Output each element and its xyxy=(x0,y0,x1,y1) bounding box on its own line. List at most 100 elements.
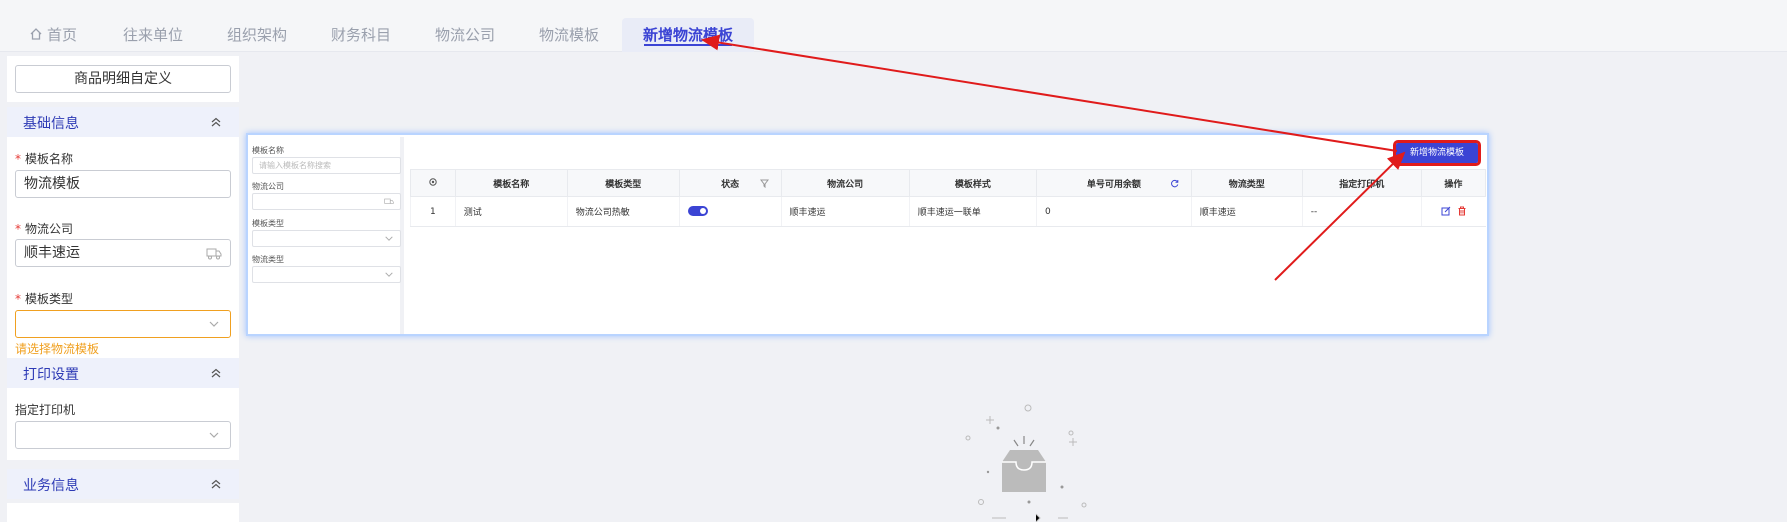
collapse-up-icon[interactable] xyxy=(209,366,223,380)
cell-template-name: 测试 xyxy=(454,196,568,227)
template-type-label: * 模板类型 xyxy=(15,290,73,307)
row-index: 1 xyxy=(410,196,456,227)
section-title: 业务信息 xyxy=(23,478,79,494)
section-business-info[interactable]: 业务信息 xyxy=(7,469,239,499)
refresh-icon[interactable] xyxy=(1170,179,1179,188)
section-title: 打印设置 xyxy=(23,367,79,383)
label-text: 指定打印机 xyxy=(15,403,76,417)
filter-template-name-label: 模板名称 xyxy=(252,146,284,155)
chevron-down-icon xyxy=(385,236,393,241)
filter-icon[interactable] xyxy=(759,179,769,188)
tab-label: 组织架构 xyxy=(226,26,287,44)
tab-logistics-companies[interactable]: 物流公司 xyxy=(425,18,505,52)
header-label: 状态 xyxy=(721,179,740,190)
collapse-up-icon[interactable] xyxy=(209,477,223,491)
section-gap xyxy=(7,499,239,503)
section-gap xyxy=(7,460,239,469)
template-table: 模板名称 模板类型 状态 物流公司 模板样式 单号可用余额 物流类型 指定打印机… xyxy=(410,169,1487,227)
column-header: 物流类型 xyxy=(1190,169,1303,197)
cell-actions xyxy=(1420,196,1486,227)
tab-label: 新增物流模板 xyxy=(642,26,733,44)
column-header-balance[interactable]: 单号可用余额 xyxy=(1036,169,1192,197)
tab-label: 物流模板 xyxy=(538,26,599,44)
column-header: 操作 xyxy=(1420,169,1487,197)
printer-label: 指定打印机 xyxy=(15,401,75,418)
filter-template-name-input[interactable]: 请输入模板名称搜索 xyxy=(252,157,401,174)
placeholder: 请输入模板名称搜索 xyxy=(259,161,331,170)
filter-logistics-type-select[interactable] xyxy=(252,266,401,283)
logistics-company-input[interactable]: 顺丰速运 xyxy=(15,239,231,267)
filter-company-label: 物流公司 xyxy=(252,182,284,191)
template-type-error: 请选择物流模板 xyxy=(15,342,100,356)
column-settings[interactable] xyxy=(410,169,456,197)
tab-label: 往来单位 xyxy=(122,26,183,44)
tab-bar: 首页 往来单位 组织架构 财务科目 物流公司 物流模板 新增物流模板 xyxy=(0,18,1787,52)
label-text: 模板名称 xyxy=(25,152,74,166)
cell-logistics-type: 顺丰速运 xyxy=(1190,196,1303,227)
chevron-down-icon xyxy=(385,272,393,277)
active-tab-underline xyxy=(644,44,732,46)
cell-printer: -- xyxy=(1301,196,1422,227)
header-label: 单号可用余额 xyxy=(1086,179,1141,190)
label-text: 模板类型 xyxy=(25,292,74,306)
cell-balance: 0 xyxy=(1036,196,1192,227)
column-header: 模板名称 xyxy=(454,169,568,197)
status-toggle[interactable] xyxy=(687,206,708,217)
page: 首页 往来单位 组织架构 财务科目 物流公司 物流模板 新增物流模板 商品明细自… xyxy=(0,0,1787,522)
table-header-row: 模板名称 模板类型 状态 物流公司 模板样式 单号可用余额 物流类型 指定打印机… xyxy=(410,169,1487,197)
column-header: 模板类型 xyxy=(566,169,680,197)
edit-icon[interactable] xyxy=(1441,206,1451,216)
tab-org-structure[interactable]: 组织架构 xyxy=(217,18,297,52)
cell-style: 顺丰速运一联单 xyxy=(908,196,1037,227)
input-value: 顺丰速运 xyxy=(24,245,80,261)
truck-icon[interactable] xyxy=(206,246,222,260)
tab-home[interactable]: 首页 xyxy=(22,18,84,52)
column-header: 指定打印机 xyxy=(1301,169,1422,197)
chevron-down-icon xyxy=(209,321,219,327)
filter-company-input[interactable] xyxy=(252,193,401,210)
label-text: 物流公司 xyxy=(25,222,74,236)
tab-label: 物流公司 xyxy=(434,26,495,44)
tab-label: 财务科目 xyxy=(330,26,391,44)
section-print-settings[interactable]: 打印设置 xyxy=(7,358,239,388)
add-logistics-template-button[interactable]: 新增物流模板 xyxy=(1393,140,1481,166)
column-header: 模板样式 xyxy=(908,169,1038,197)
required-mark: * xyxy=(15,222,21,236)
section-title: 基础信息 xyxy=(23,116,79,132)
logistics-company-label: * 物流公司 xyxy=(15,220,73,237)
collapse-up-icon[interactable] xyxy=(209,115,223,129)
required-mark: * xyxy=(15,152,21,166)
chevron-down-icon xyxy=(209,432,219,438)
input-value: 物流模板 xyxy=(24,176,80,192)
filter-type-label: 模板类型 xyxy=(252,219,284,228)
tab-partners[interactable]: 往来单位 xyxy=(113,18,193,52)
template-name-label: * 模板名称 xyxy=(15,150,73,167)
home-icon xyxy=(30,28,42,40)
cell-company: 顺丰速运 xyxy=(780,196,910,227)
cell-template-type: 物流公司热敏 xyxy=(566,196,680,227)
section-basic-info[interactable]: 基础信息 xyxy=(7,107,239,137)
truck-icon[interactable] xyxy=(384,197,394,206)
tab-add-logistics-template[interactable]: 新增物流模板 xyxy=(622,18,754,52)
column-header: 物流公司 xyxy=(780,169,910,197)
filter-logistics-type-label: 物流类型 xyxy=(252,255,284,264)
left-panel: 商品明细自定义 基础信息 * 模板名称 物流模板 * 物流公司 顺丰速运 * 模板类型… xyxy=(7,56,239,522)
template-name-input[interactable]: 物流模板 xyxy=(15,170,231,198)
empty-inbox-illustration xyxy=(965,404,1087,522)
tab-finance-subjects[interactable]: 财务科目 xyxy=(321,18,401,52)
delete-icon[interactable] xyxy=(1457,206,1467,216)
gear-icon[interactable] xyxy=(428,177,438,187)
required-mark: * xyxy=(15,292,21,306)
cell-status xyxy=(678,196,782,227)
template-type-select[interactable] xyxy=(15,310,231,338)
column-header-status[interactable]: 状态 xyxy=(678,169,782,197)
tab-label: 首页 xyxy=(46,26,77,44)
printer-select[interactable] xyxy=(15,421,231,449)
template-list-card: 模板名称 请输入模板名称搜索 物流公司 模板类型 物流类型 新增物流模板 模板名… xyxy=(246,133,1489,336)
product-detail-custom-button[interactable]: 商品明细自定义 xyxy=(15,65,231,93)
filter-panel: 模板名称 请输入模板名称搜索 物流公司 模板类型 物流类型 xyxy=(250,137,404,334)
tab-logistics-templates[interactable]: 物流模板 xyxy=(529,18,609,52)
table-row[interactable]: 1 测试 物流公司热敏 顺丰速运 顺丰速运一联单 0 顺丰速运 -- xyxy=(410,196,1486,227)
filter-type-select[interactable] xyxy=(252,230,401,247)
top-bar xyxy=(0,0,1787,18)
